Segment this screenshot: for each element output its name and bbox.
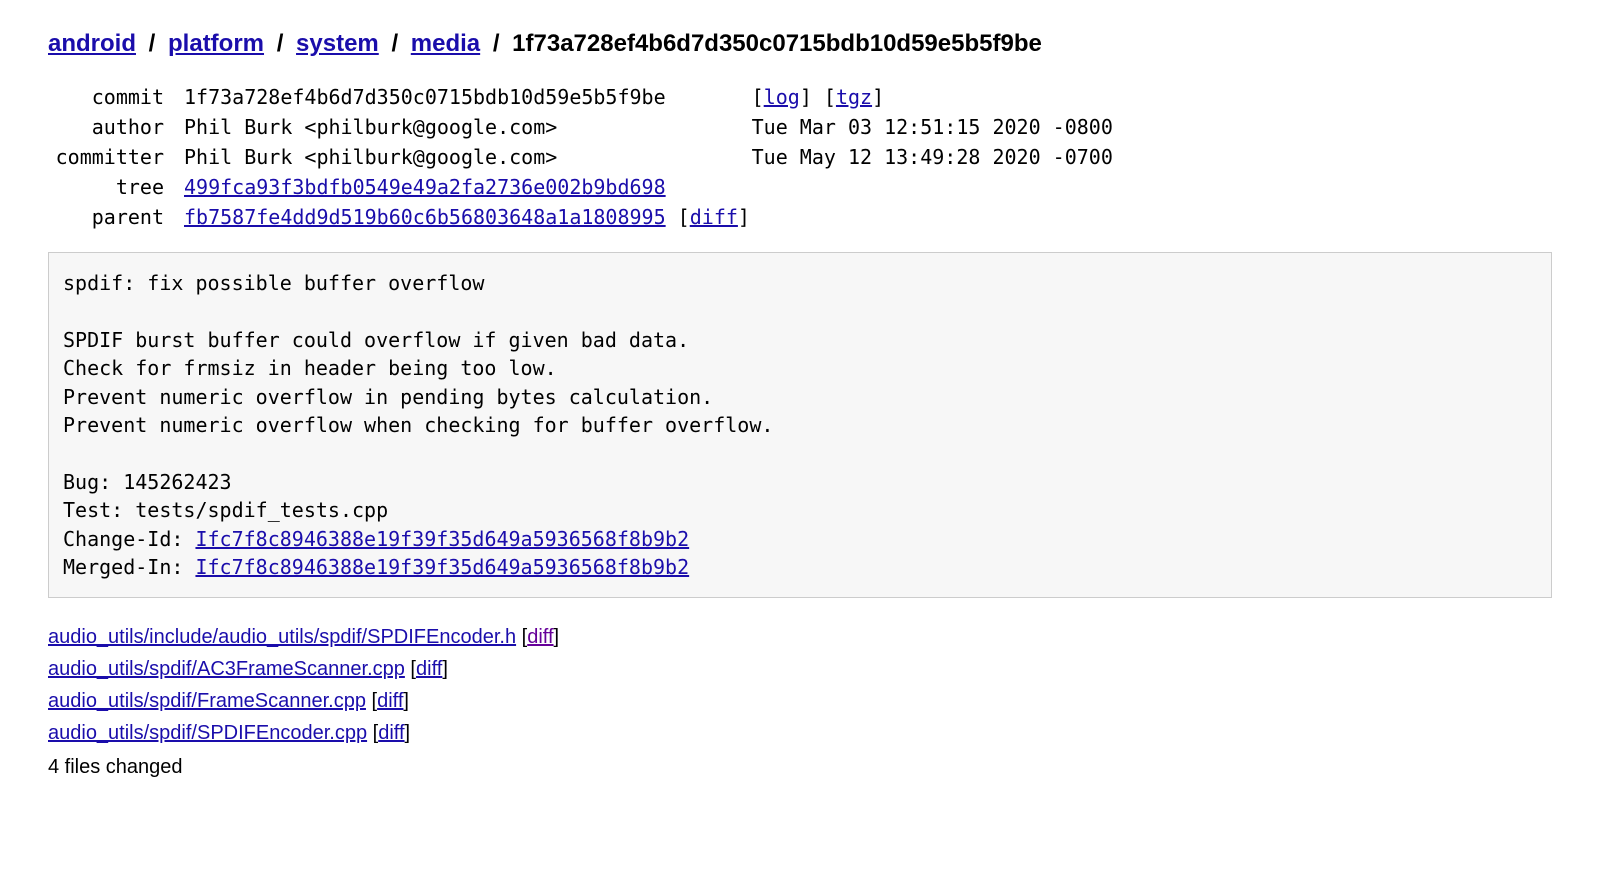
- file-row: audio_utils/include/audio_utils/spdif/SP…: [48, 622, 1552, 652]
- commit-metadata: commit 1f73a728ef4b6d7d350c0715bdb10d59e…: [48, 82, 1119, 232]
- breadcrumb-sep: /: [149, 30, 156, 57]
- mergedin-link[interactable]: Ifc7f8c8946388e19f39f35d649a5936568f8b9b…: [195, 555, 689, 579]
- breadcrumb-system[interactable]: system: [296, 30, 379, 57]
- meta-commit-hash: 1f73a728ef4b6d7d350c0715bdb10d59e5b5f9be: [178, 82, 672, 112]
- meta-row-commit: commit 1f73a728ef4b6d7d350c0715bdb10d59e…: [48, 82, 1119, 112]
- meta-commit-actions: [log] [tgz]: [672, 82, 1119, 112]
- log-link[interactable]: log: [764, 85, 800, 109]
- commit-message: spdif: fix possible buffer overflow SPDI…: [48, 252, 1552, 598]
- breadcrumb-sep: /: [277, 30, 284, 57]
- file-diff-link[interactable]: diff: [527, 626, 553, 648]
- meta-label-tree: tree: [48, 172, 178, 202]
- file-list: audio_utils/include/audio_utils/spdif/SP…: [48, 622, 1552, 748]
- files-changed-summary: 4 files changed: [48, 756, 1552, 779]
- breadcrumb: android / platform / system / media / 1f…: [48, 30, 1552, 58]
- meta-author-date: Tue Mar 03 12:51:15 2020 -0800: [672, 112, 1119, 142]
- commit-body-line: Prevent numeric overflow when checking f…: [63, 413, 773, 437]
- commit-changeid-label: Change-Id:: [63, 527, 195, 551]
- file-row: audio_utils/spdif/FrameScanner.cpp [diff…: [48, 686, 1552, 716]
- file-row: audio_utils/spdif/AC3FrameScanner.cpp [d…: [48, 654, 1552, 684]
- meta-label-author: author: [48, 112, 178, 142]
- breadcrumb-sep: /: [493, 30, 500, 57]
- meta-row-tree: tree 499fca93f3bdfb0549e49a2fa2736e002b9…: [48, 172, 1119, 202]
- commit-body-line: SPDIF burst buffer could overflow if giv…: [63, 328, 689, 352]
- tree-link[interactable]: 499fca93f3bdfb0549e49a2fa2736e002b9bd698: [184, 175, 666, 199]
- meta-label-parent: parent: [48, 202, 178, 232]
- commit-bug: Bug: 145262423: [63, 470, 232, 494]
- file-diff-link[interactable]: diff: [378, 722, 404, 744]
- commit-mergedin-label: Merged-In:: [63, 555, 195, 579]
- parent-link[interactable]: fb7587fe4dd9d519b60c6b56803648a1a1808995: [184, 205, 666, 229]
- file-path-link[interactable]: audio_utils/include/audio_utils/spdif/SP…: [48, 626, 516, 648]
- parent-diff-link[interactable]: diff: [690, 205, 738, 229]
- file-path-link[interactable]: audio_utils/spdif/FrameScanner.cpp: [48, 690, 366, 712]
- changeid-link[interactable]: Ifc7f8c8946388e19f39f35d649a5936568f8b9b…: [195, 527, 689, 551]
- meta-row-author: author Phil Burk <philburk@google.com> T…: [48, 112, 1119, 142]
- file-path-link[interactable]: audio_utils/spdif/AC3FrameScanner.cpp: [48, 658, 405, 680]
- breadcrumb-media[interactable]: media: [411, 30, 480, 57]
- file-diff-link[interactable]: diff: [416, 658, 442, 680]
- meta-label-committer: committer: [48, 142, 178, 172]
- breadcrumb-android[interactable]: android: [48, 30, 136, 57]
- file-path-link[interactable]: audio_utils/spdif/SPDIFEncoder.cpp: [48, 722, 367, 744]
- file-row: audio_utils/spdif/SPDIFEncoder.cpp [diff…: [48, 718, 1552, 748]
- breadcrumb-sep: /: [391, 30, 398, 57]
- commit-title: spdif: fix possible buffer overflow: [63, 271, 484, 295]
- meta-row-committer: committer Phil Burk <philburk@google.com…: [48, 142, 1119, 172]
- breadcrumb-hash: 1f73a728ef4b6d7d350c0715bdb10d59e5b5f9be: [512, 30, 1042, 57]
- commit-body-line: Prevent numeric overflow in pending byte…: [63, 385, 713, 409]
- tgz-link[interactable]: tgz: [836, 85, 872, 109]
- commit-body-line: Check for frmsiz in header being too low…: [63, 356, 557, 380]
- breadcrumb-platform[interactable]: platform: [168, 30, 264, 57]
- file-diff-link[interactable]: diff: [377, 690, 403, 712]
- meta-author: Phil Burk <philburk@google.com>: [178, 112, 672, 142]
- meta-committer: Phil Burk <philburk@google.com>: [178, 142, 672, 172]
- commit-test: Test: tests/spdif_tests.cpp: [63, 498, 388, 522]
- meta-label-commit: commit: [48, 82, 178, 112]
- meta-committer-date: Tue May 12 13:49:28 2020 -0700: [672, 142, 1119, 172]
- meta-row-parent: parent fb7587fe4dd9d519b60c6b56803648a1a…: [48, 202, 1119, 232]
